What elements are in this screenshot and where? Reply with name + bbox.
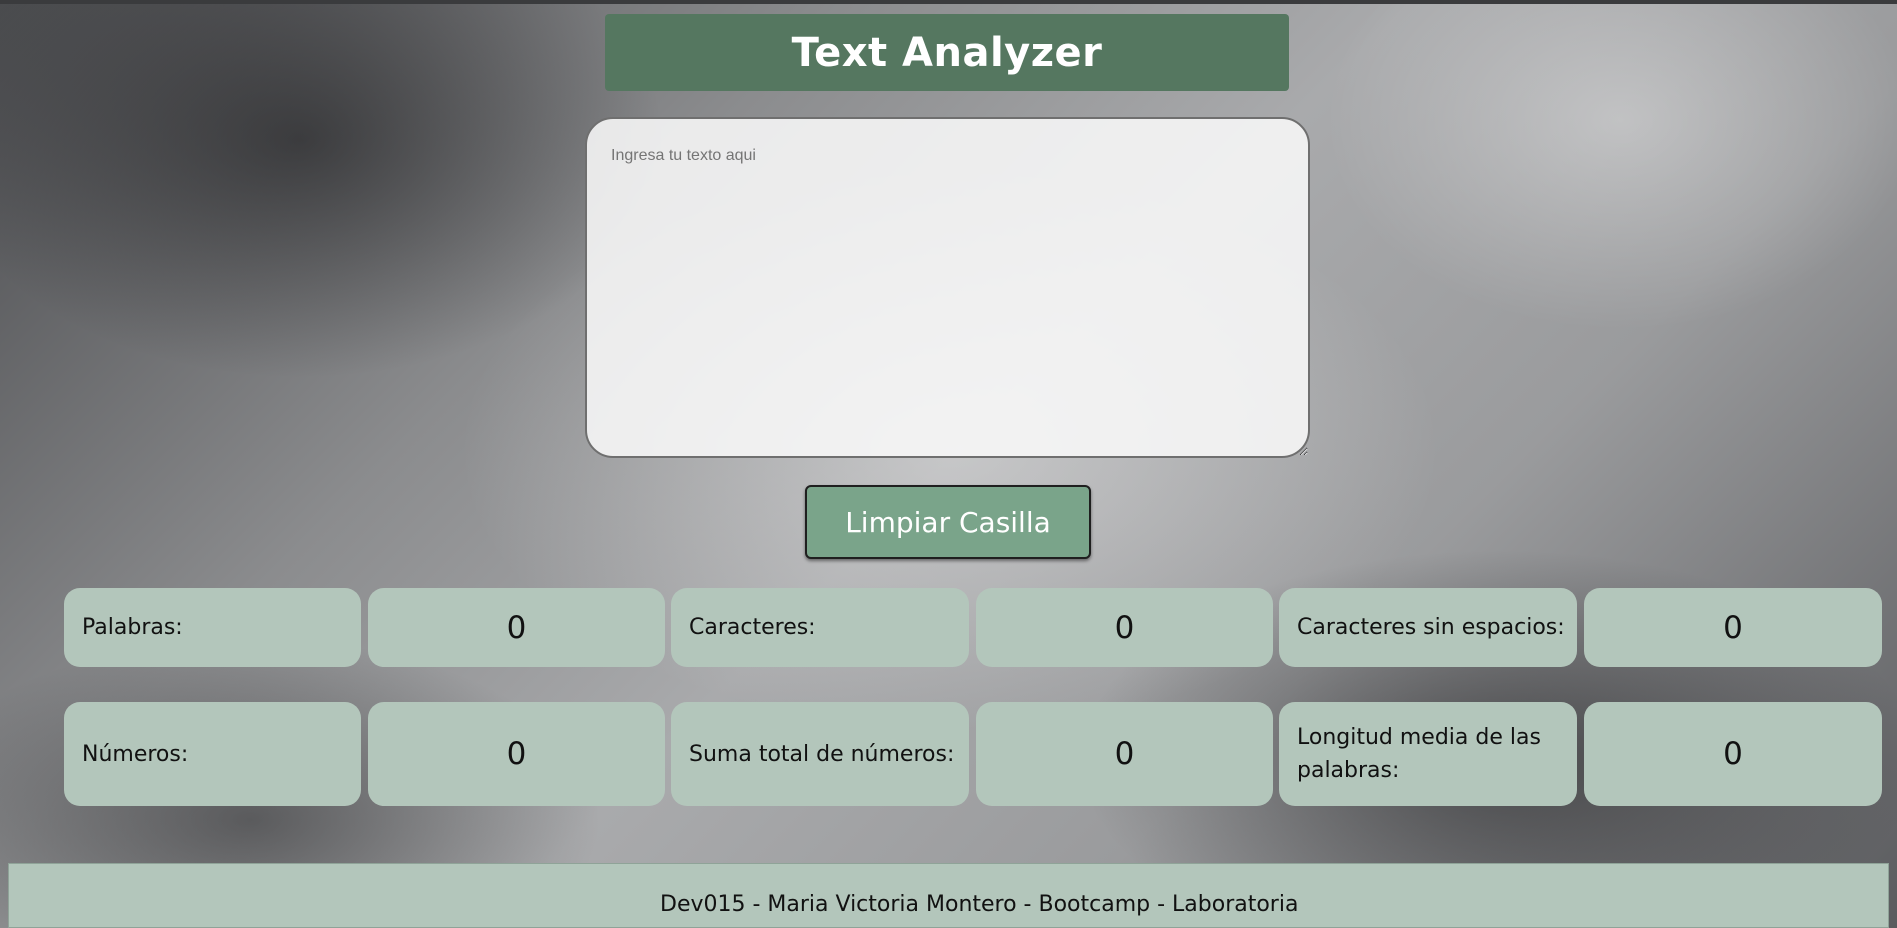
app-header: Text Analyzer bbox=[605, 14, 1289, 91]
stat-label-numbers-sum: Suma total de números: bbox=[671, 702, 969, 806]
stat-label-avg-word-length: Longitud media de las palabras: bbox=[1279, 702, 1577, 806]
stat-label-characters-no-spaces: Caracteres sin espacios: bbox=[1279, 588, 1577, 667]
stat-value-characters: 0 bbox=[976, 588, 1273, 667]
stat-value-numbers-sum: 0 bbox=[976, 702, 1273, 806]
page-footer: Dev015 - Maria Victoria Montero - Bootca… bbox=[8, 863, 1889, 928]
footer-credits: Dev015 - Maria Victoria Montero - Bootca… bbox=[660, 892, 1299, 917]
top-border bbox=[0, 0, 1897, 4]
stat-value-characters-no-spaces: 0 bbox=[1584, 588, 1882, 667]
stat-label-characters: Caracteres: bbox=[671, 588, 969, 667]
stat-value-words: 0 bbox=[368, 588, 665, 667]
stat-label-words: Palabras: bbox=[64, 588, 361, 667]
text-input[interactable] bbox=[585, 117, 1310, 458]
stat-value-avg-word-length: 0 bbox=[1584, 702, 1882, 806]
clear-button[interactable]: Limpiar Casilla bbox=[805, 485, 1091, 559]
stat-value-numbers: 0 bbox=[368, 702, 665, 806]
text-input-container bbox=[585, 117, 1310, 458]
app-title: Text Analyzer bbox=[791, 29, 1103, 76]
stat-label-numbers: Números: bbox=[64, 702, 361, 806]
